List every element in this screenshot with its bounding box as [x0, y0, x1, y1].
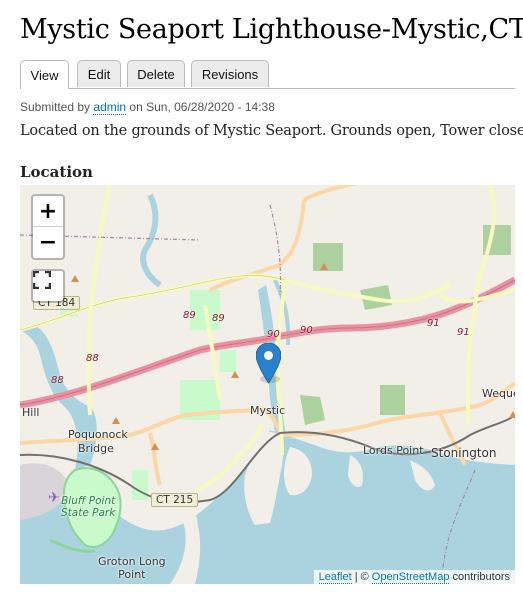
- hwy-90-a: 90: [267, 329, 280, 340]
- map-attribution: Leaflet | © OpenStreetMap contributors: [313, 570, 515, 584]
- label-bluff-point: Bluff Point State Park: [61, 495, 116, 519]
- label-groton-long-point: Groton Long Point: [98, 555, 166, 581]
- hwy-89-a: 89: [183, 310, 196, 321]
- tab-bar: View Edit Delete Revisions: [20, 60, 515, 89]
- hwy-88-a: 88: [51, 375, 64, 386]
- submitted-info: Submitted by admin on Sun, 06/28/2020 - …: [20, 100, 275, 115]
- attribution-contributors: contributors: [452, 571, 510, 583]
- label-poquonock: Poquonock: [68, 428, 128, 441]
- label-hill: Hill: [22, 406, 40, 419]
- hwy-91-b: 91: [457, 327, 470, 338]
- author-link[interactable]: admin: [93, 100, 127, 115]
- tab-delete[interactable]: Delete: [127, 60, 185, 87]
- fullscreen-button[interactable]: [31, 269, 65, 303]
- hwy-89-b: 89: [212, 313, 225, 324]
- submitted-date: on Sun, 06/28/2020 - 14:38: [129, 100, 275, 114]
- page-title: Mystic Seaport Lighthouse-Mystic,CT: [20, 14, 523, 45]
- label-bridge: Bridge: [78, 442, 114, 455]
- tab-edit[interactable]: Edit: [77, 60, 121, 87]
- shield-ct215: CT 215: [151, 493, 199, 507]
- fullscreen-icon: [33, 271, 51, 289]
- body-text: Located on the grounds of Mystic Seaport…: [20, 123, 523, 139]
- label-stonington: Stonington: [431, 446, 497, 460]
- map-tiles: ✈: [20, 185, 515, 584]
- hwy-91-a: 91: [427, 318, 440, 329]
- hwy-90-b: 90: [300, 325, 313, 336]
- zoom-in-button[interactable]: +: [33, 196, 63, 227]
- airport-icon: ✈: [48, 490, 60, 506]
- leaflet-link[interactable]: Leaflet: [318, 571, 352, 584]
- zoom-control: + −: [31, 194, 65, 260]
- label-mystic: Mystic: [250, 404, 286, 417]
- attribution-separator: | ©: [354, 571, 369, 583]
- zoom-out-button[interactable]: −: [33, 227, 63, 257]
- label-lords-point: Lords Point: [363, 444, 424, 457]
- osm-link[interactable]: OpenStreetMap: [371, 571, 450, 584]
- label-weque: Weque: [482, 387, 515, 400]
- hwy-88-b: 88: [86, 353, 99, 364]
- tab-revisions[interactable]: Revisions: [191, 60, 269, 87]
- location-label: Location: [20, 163, 93, 181]
- map[interactable]: ✈ Mystic Poquonock Bridge Hill Bluff Poi…: [20, 185, 515, 584]
- tab-view[interactable]: View: [20, 60, 69, 89]
- submitted-prefix: Submitted by: [20, 100, 91, 114]
